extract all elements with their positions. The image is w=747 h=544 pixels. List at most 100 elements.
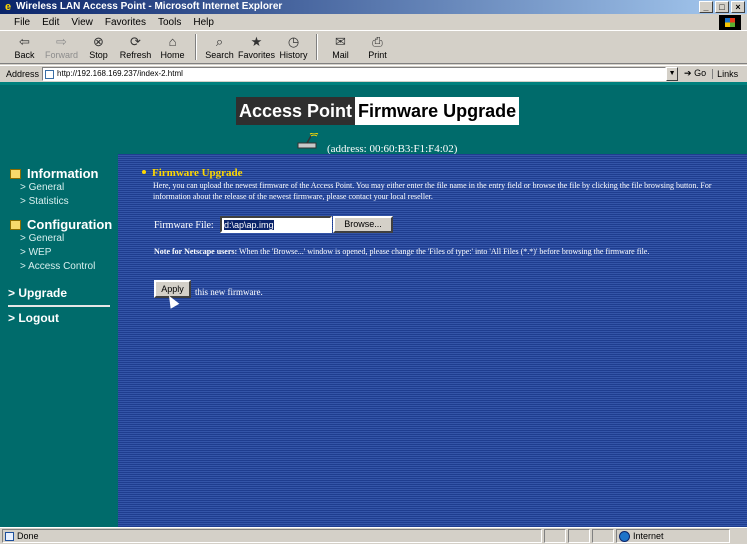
sidebar-item-logout[interactable]: > Logout [8,311,59,325]
minimize-button[interactable]: _ [699,1,713,13]
search-label: Search [205,50,234,60]
status-panel [568,529,590,543]
globe-icon [619,531,630,542]
sidebar-item-upgrade[interactable]: > Upgrade [8,286,67,300]
sidebar-item-config-general[interactable]: > General [20,233,64,244]
netscape-note-heading: Note for Netscape users: [154,247,238,256]
back-button[interactable]: ⇦ Back [6,32,43,61]
forward-button[interactable]: ⇨ Forward [43,32,80,61]
toolbar-separator [316,34,318,60]
go-label: Go [694,68,707,78]
access-point-icon [297,133,319,149]
history-button[interactable]: ◷ History [275,32,312,61]
windows-logo-icon [719,15,741,30]
refresh-icon: ⟳ [130,34,141,49]
refresh-label: Refresh [119,50,152,60]
configuration-label: Configuration [27,217,113,232]
home-label: Home [160,50,185,60]
section-title-text: Firmware Upgrade [152,167,243,179]
sidebar-item-info-general[interactable]: > General [20,182,64,193]
sidebar-heading-configuration[interactable]: Configuration [10,217,112,232]
mail-button[interactable]: ✉ Mail [322,32,359,61]
print-icon: ⎙ [372,34,383,49]
status-bar: Done Internet [0,527,747,544]
address-bar: Address http://192.168.169.237/index-2.h… [0,65,747,81]
sidebar-item-statistics[interactable]: > Statistics [20,196,69,207]
address-dropdown-button[interactable]: ▼ [666,66,679,81]
status-panel [544,529,566,543]
title-bar: e Wireless LAN Access Point - Microsoft … [0,0,747,14]
menu-bar: File Edit View Favorites Tools Help [0,14,747,31]
status-text: Done [2,529,542,543]
menu-help[interactable]: Help [187,17,220,28]
banner-firmware-upgrade: Firmware Upgrade [355,97,520,125]
window-title: Wireless LAN Access Point - Microsoft In… [16,1,283,12]
sidebar-item-access-control[interactable]: > Access Control [20,261,95,272]
page-banner: Access Point Firmware Upgrade [236,97,520,125]
links-button[interactable]: Links [712,68,738,79]
history-label: History [279,50,308,60]
netscape-note-text: When the 'Browse...' window is opened, p… [239,247,650,256]
sidebar-divider [8,305,110,307]
close-button[interactable]: × [731,1,745,13]
main-panel: Firmware Upgrade Here, you can upload th… [118,154,747,527]
section-title: Firmware Upgrade [142,167,243,179]
address-url: http://192.168.169.237/index-2.html [57,68,183,78]
sidebar: Information > General > Statistics Confi… [0,164,118,524]
search-icon: ⌕ [215,34,224,49]
sidebar-heading-information[interactable]: Information [10,166,99,181]
status-done: Done [17,531,39,541]
history-icon: ◷ [287,34,300,49]
favorites-button[interactable]: ★ Favorites [238,32,275,61]
page-done-icon [5,532,14,541]
forward-label: Forward [44,50,78,60]
refresh-button[interactable]: ⟳ Refresh [117,32,154,61]
address-label: Address [6,68,40,79]
home-icon: ⌂ [168,34,177,49]
go-button[interactable]: ➔ Go [678,68,712,79]
zone-label: Internet [633,531,664,541]
toolbar: ⇦ Back ⇨ Forward ⊗ Stop ⟳ Refresh ⌂ Home… [0,32,747,64]
firmware-file-label: Firmware File: [154,220,214,231]
maximize-button[interactable]: □ [715,1,729,13]
back-arrow-icon: ⇦ [19,34,30,49]
ie-logo-icon: e [4,1,12,13]
menu-view[interactable]: View [65,17,99,28]
menu-favorites[interactable]: Favorites [99,17,152,28]
home-button[interactable]: ⌂ Home [154,32,191,61]
print-label: Print [368,50,387,60]
apply-description: this new firmware. [195,287,263,297]
favorites-label: Favorites [238,50,276,60]
page-icon [45,69,55,79]
window-controls: _ □ × [699,1,745,13]
mail-label: Mail [332,50,349,60]
information-label: Information [27,166,99,181]
print-button[interactable]: ⎙ Print [359,32,396,61]
stop-label: Stop [89,50,108,60]
firmware-file-value: d:\ap\ap.img [224,220,274,230]
mail-icon: ✉ [335,34,346,49]
address-input[interactable]: http://192.168.169.237/index-2.html [42,66,667,81]
page-content: Access Point Firmware Upgrade (address: … [0,82,747,527]
back-label: Back [14,50,35,60]
folder-icon [10,220,21,230]
toolbar-separator [195,34,197,60]
search-button[interactable]: ⌕ Search [201,32,238,61]
netscape-note: Note for Netscape users: When the 'Brows… [154,246,729,257]
go-arrow-icon: ➔ [684,68,692,78]
section-description: Here, you can upload the newest firmware… [153,181,712,201]
menu-file[interactable]: File [8,17,36,28]
firmware-file-input[interactable]: d:\ap\ap.img [220,216,332,233]
forward-arrow-icon: ⇨ [56,34,67,49]
browse-button[interactable]: Browse... [333,216,393,233]
stop-button[interactable]: ⊗ Stop [80,32,117,61]
security-zone: Internet [616,529,730,543]
browser-window: e Wireless LAN Access Point - Microsoft … [0,0,747,544]
menu-tools[interactable]: Tools [152,17,187,28]
banner-access-point: Access Point [236,97,356,125]
bullet-icon [142,170,146,174]
sidebar-item-wep[interactable]: > WEP [20,247,51,258]
status-panel [592,529,614,543]
folder-icon [10,169,21,179]
menu-edit[interactable]: Edit [36,17,65,28]
